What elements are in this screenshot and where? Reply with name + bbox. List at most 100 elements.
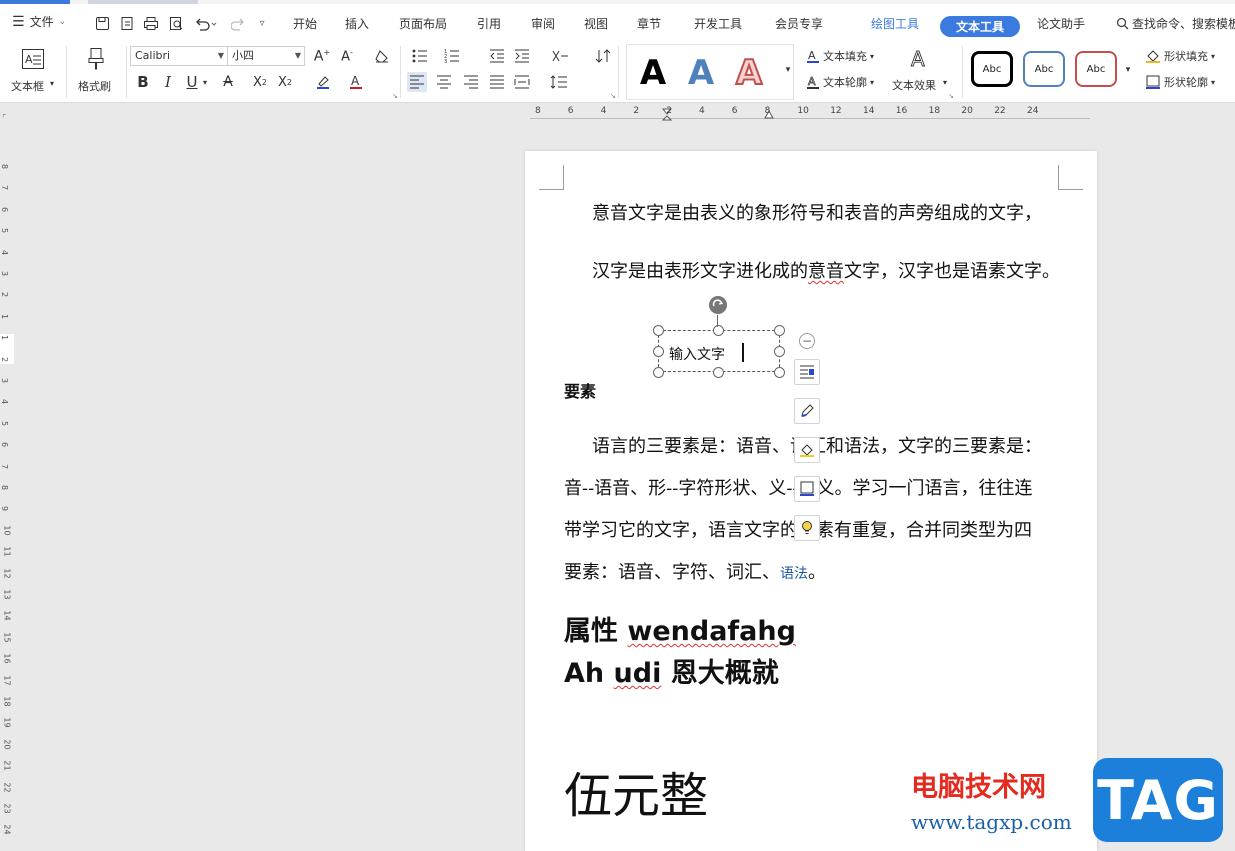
text-style-blue[interactable]: A xyxy=(679,51,723,95)
customize-toolbar-icon[interactable]: ▿ xyxy=(252,12,272,34)
resize-handle[interactable] xyxy=(653,367,664,378)
text-run: 恩大概就 xyxy=(661,658,779,689)
lightbulb-icon[interactable] xyxy=(794,515,820,541)
tab-chapter[interactable]: 章节 xyxy=(637,15,661,32)
gallery-more-icon[interactable]: ▾ xyxy=(782,60,794,80)
ruler-tick-label: 12 xyxy=(2,568,12,579)
line-spacing-icon[interactable] xyxy=(549,72,569,92)
resize-handle[interactable] xyxy=(713,367,724,378)
resize-handle[interactable] xyxy=(774,367,785,378)
print-preview-icon[interactable] xyxy=(166,12,186,34)
text-style-black[interactable]: A xyxy=(631,51,675,95)
shape-outline-button[interactable]: 形状轮廓 ▾ xyxy=(1145,74,1215,90)
vertical-ruler[interactable]: 8 7 6 5 4 3 2 1 1 2 3 4 5 6 7 8 9 10 11 12 13 14 15 16 17 18 19 20 2… xyxy=(0,150,14,849)
document-page[interactable]: 意音文字是由表义的象形符号和表音的声旁组成的文字， 汉字是由表形文字进化成的意音… xyxy=(525,151,1097,851)
text-style-red-outline[interactable]: A xyxy=(727,51,771,95)
superscript-icon[interactable]: X2 xyxy=(250,72,270,92)
justify-icon[interactable] xyxy=(487,72,507,92)
text-box[interactable]: 输入文字 xyxy=(658,330,780,372)
resize-handle[interactable] xyxy=(774,346,785,357)
shape-outline-icon[interactable] xyxy=(794,476,820,502)
tab-developer[interactable]: 开发工具 xyxy=(694,15,742,32)
shape-fill-icon[interactable] xyxy=(794,437,820,463)
text-fill-button[interactable]: A 文本填充 ▾ xyxy=(806,48,874,64)
increase-indent-icon[interactable] xyxy=(512,46,532,66)
tab-drawing-tools[interactable]: 绘图工具 xyxy=(871,15,919,32)
tab-home[interactable]: 开始 xyxy=(293,15,317,32)
menubar: ☰ 文件 ⌄ ▿ 开始 插入 页面布局 引用 审阅 视图 章节 开发工具 会员专… xyxy=(0,4,1235,42)
command-search[interactable]: 查找命令、搜索模板 xyxy=(1116,15,1235,32)
underline-button[interactable]: U xyxy=(182,72,202,92)
rotate-icon[interactable] xyxy=(709,296,727,314)
file-menu[interactable]: ☰ 文件 ⌄ xyxy=(12,13,66,30)
shape-fill-button[interactable]: 形状填充 ▾ xyxy=(1145,48,1215,64)
align-center-icon[interactable] xyxy=(434,72,454,92)
resize-handle[interactable] xyxy=(653,346,664,357)
font-color-icon[interactable]: A xyxy=(346,72,366,92)
shape-gallery-more-icon[interactable]: ▾ xyxy=(1122,60,1134,80)
chinese-layout-icon[interactable] xyxy=(550,46,570,66)
svg-text:A: A xyxy=(808,49,816,62)
paragraph-line[interactable]: 意音文字是由表义的象形符号和表音的声旁组成的文字， xyxy=(592,199,1042,225)
tab-references[interactable]: 引用 xyxy=(477,15,501,32)
font-name-select[interactable]: Calibri ▼ xyxy=(130,46,228,66)
large-text-line[interactable]: 伍元整 xyxy=(564,756,708,826)
paragraph-line[interactable]: 汉字是由表形文字进化成的意音文字，汉字也是语素文字。 xyxy=(592,257,1060,283)
resize-handle[interactable] xyxy=(774,325,785,336)
textbox-button[interactable]: A 文本框 ▾ xyxy=(8,46,60,98)
format-painter-label: 格式刷 xyxy=(78,80,111,93)
save-icon[interactable] xyxy=(92,12,112,34)
section-heading[interactable]: 要素 xyxy=(564,378,596,402)
large-heading-line[interactable]: Ah udi 恩大概就 xyxy=(564,651,779,690)
grow-font-icon[interactable]: A+ xyxy=(312,46,332,66)
shrink-font-icon[interactable]: A- xyxy=(337,46,357,66)
highlight-icon[interactable] xyxy=(313,72,333,92)
bold-button[interactable]: B xyxy=(133,72,153,92)
font-dialog-launcher[interactable]: ↘ xyxy=(392,92,398,100)
text-box-content[interactable]: 输入文字 xyxy=(669,344,725,364)
shape-style-black[interactable]: Abc xyxy=(971,51,1013,87)
font-size-select[interactable]: 小四 ▼ xyxy=(227,46,305,66)
strikethrough-icon[interactable]: A xyxy=(218,72,238,92)
resize-handle[interactable] xyxy=(653,325,664,336)
sort-icon[interactable] xyxy=(593,46,613,66)
align-left-icon[interactable] xyxy=(407,72,427,92)
text-effect-button[interactable]: A 文本效果 ▾ xyxy=(890,46,952,96)
align-right-icon[interactable] xyxy=(461,72,481,92)
layout-options-icon[interactable] xyxy=(794,359,820,385)
print-icon[interactable] xyxy=(141,12,161,34)
ruler-tick-label: 2 xyxy=(0,292,10,298)
format-painter-button[interactable]: 格式刷 xyxy=(74,46,120,98)
large-heading-line[interactable]: 属性 wendafahg xyxy=(564,609,796,648)
text-style-dialog-launcher[interactable]: ↘ xyxy=(948,92,954,100)
text-outline-button[interactable]: A 文本轮廓 ▾ xyxy=(806,74,874,90)
redo-icon[interactable] xyxy=(228,12,248,34)
paragraph-dialog-launcher[interactable]: ↘ xyxy=(610,92,616,100)
ruler-tick-label: 24 xyxy=(2,824,12,835)
tab-page-layout[interactable]: 页面布局 xyxy=(399,15,447,32)
paragraph-line[interactable]: 要素：语音、字符、词汇、语法。 xyxy=(564,558,826,584)
distribute-icon[interactable] xyxy=(512,72,532,92)
subscript-icon[interactable]: X2 xyxy=(275,72,295,92)
chevron-down-icon[interactable]: ▾ xyxy=(200,72,210,92)
file-menu-label: 文件 xyxy=(29,15,54,29)
tab-member[interactable]: 会员专享 xyxy=(775,15,823,32)
bullet-list-icon[interactable] xyxy=(410,46,430,66)
tab-view[interactable]: 视图 xyxy=(584,15,608,32)
resize-handle[interactable] xyxy=(713,325,724,336)
edit-pen-icon[interactable] xyxy=(794,398,820,424)
tab-paper-assistant[interactable]: 论文助手 xyxy=(1037,15,1085,32)
shape-style-blue[interactable]: Abc xyxy=(1023,51,1065,87)
numbered-list-icon[interactable]: 123 xyxy=(442,46,462,66)
italic-button[interactable]: I xyxy=(158,72,178,92)
export-pdf-icon[interactable] xyxy=(117,12,137,34)
clear-format-icon[interactable] xyxy=(372,46,392,66)
tab-insert[interactable]: 插入 xyxy=(345,15,369,32)
decrease-indent-icon[interactable] xyxy=(487,46,507,66)
shape-style-red[interactable]: Abc xyxy=(1075,51,1117,87)
tab-review[interactable]: 审阅 xyxy=(531,15,555,32)
undo-icon[interactable] xyxy=(192,12,220,34)
tab-text-tools[interactable]: 文本工具 xyxy=(940,16,1020,37)
collapse-icon[interactable]: − xyxy=(799,333,815,349)
horizontal-ruler[interactable]: 8 6 4 2 2 4 6 8 10 12 14 16 18 20 22 24 xyxy=(530,106,1090,122)
